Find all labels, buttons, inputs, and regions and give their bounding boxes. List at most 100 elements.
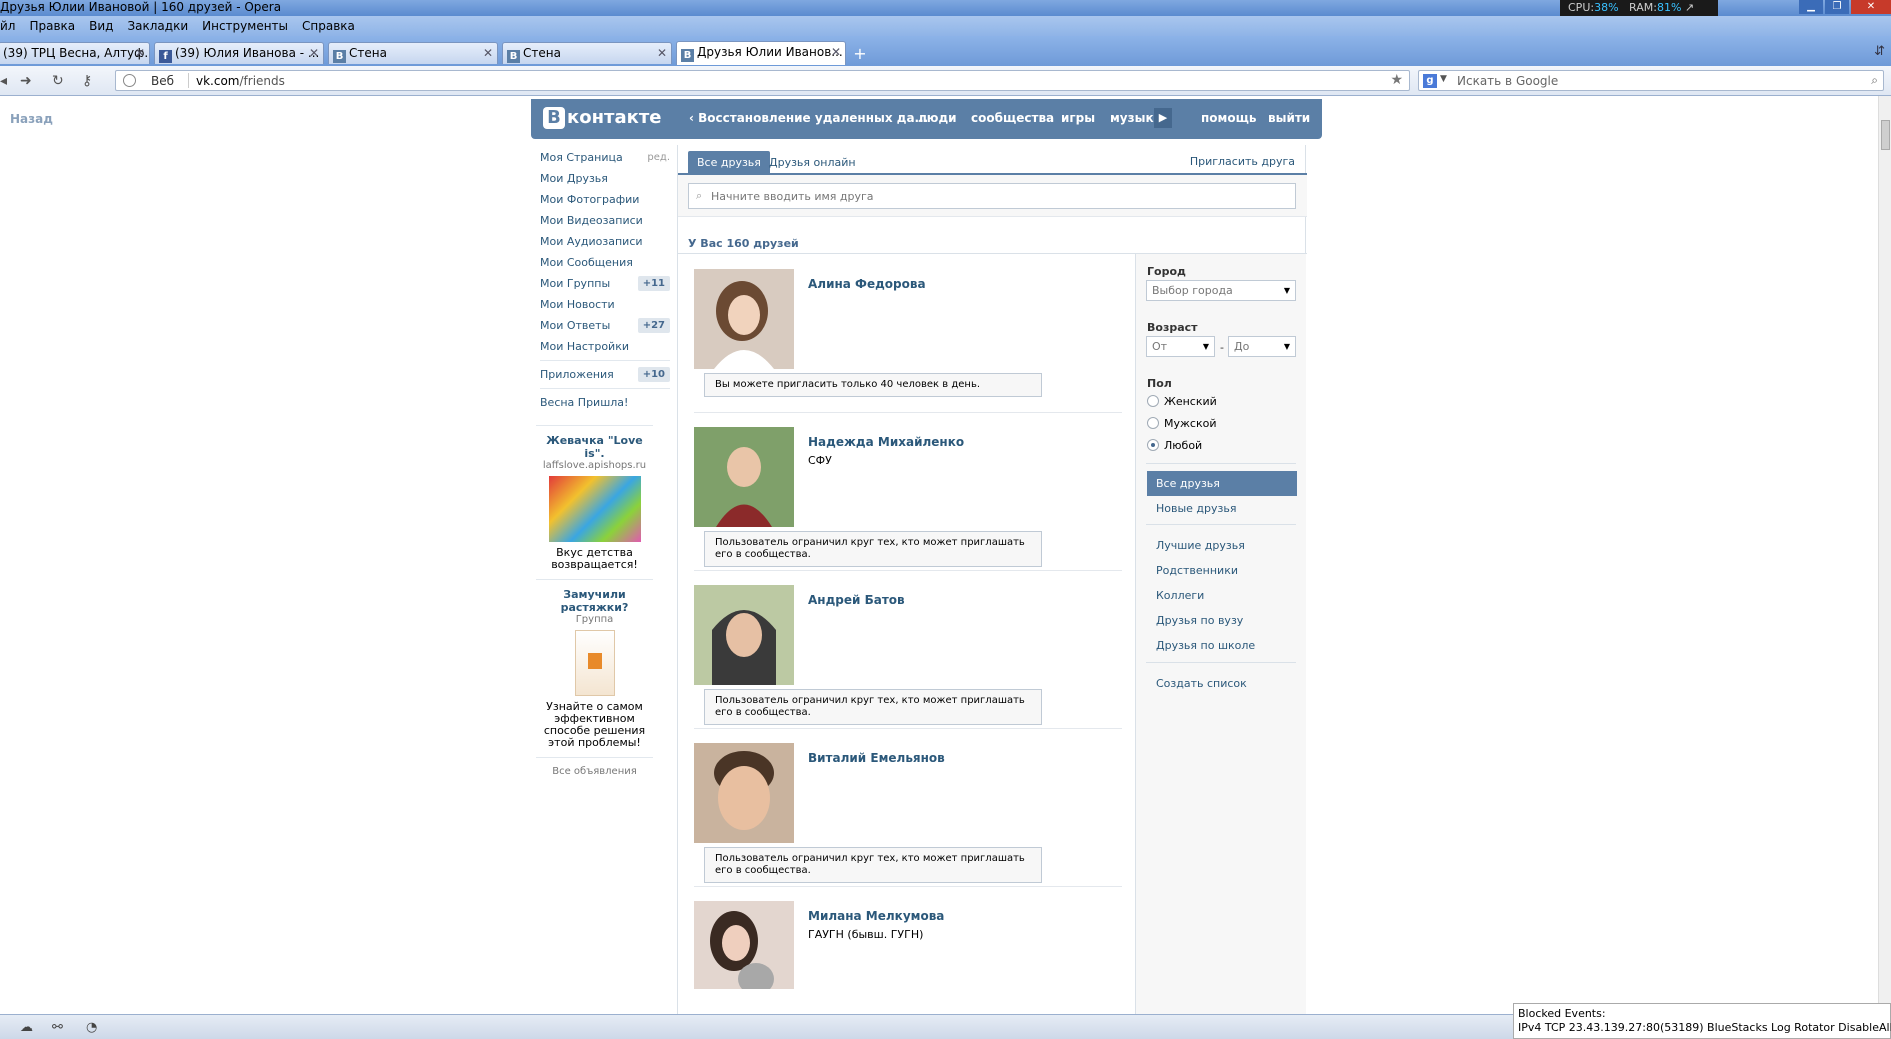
menu-my-news[interactable]: Мои Новости <box>540 294 670 315</box>
bookmark-star-icon[interactable]: ★ <box>1390 72 1403 88</box>
menu-my-groups[interactable]: Мои Группы +11 <box>540 273 670 294</box>
nav-communities[interactable]: сообщества <box>971 111 1054 125</box>
maximize-button[interactable]: ❐ <box>1825 0 1849 14</box>
sex-female-radio[interactable]: Женский <box>1147 395 1217 408</box>
menu-bookmarks[interactable]: Закладки <box>127 19 188 33</box>
left-menu: Моя Страница ред. Мои Друзья Мои Фотограф… <box>540 147 670 413</box>
scroll-thumb[interactable] <box>1881 120 1890 150</box>
menu-help[interactable]: Справка <box>302 19 355 33</box>
friend-avatar[interactable] <box>694 269 794 369</box>
back-link[interactable]: Назад <box>10 112 53 126</box>
window-title: Друзья Юлии Ивановой | 160 друзей - Oper… <box>0 0 282 14</box>
sex-any-radio[interactable]: Любой <box>1147 439 1202 452</box>
sex-male-radio[interactable]: Мужской <box>1147 417 1216 430</box>
cloud-icon[interactable]: ☁ <box>20 1020 33 1035</box>
play-arrow-icon[interactable]: ▶ <box>1154 108 1172 128</box>
search-icon[interactable]: ⌕ <box>1871 73 1878 88</box>
browser-tab-active[interactable]: В Друзья Юлии Иванов... ✕ <box>676 41 846 65</box>
divider <box>540 388 670 389</box>
chevron-down-icon[interactable]: ▼ <box>1440 74 1447 84</box>
close-tab-icon[interactable]: ✕ <box>483 43 493 63</box>
friend-name[interactable]: Надежда Михайленко <box>808 435 964 449</box>
friend-avatar[interactable] <box>694 901 794 989</box>
list-all-friends[interactable]: Все друзья <box>1147 471 1297 496</box>
back-nav-icon[interactable]: ◂ <box>0 73 7 89</box>
nav-games[interactable]: игры <box>1061 111 1095 125</box>
close-window-button[interactable]: ✕ <box>1851 0 1891 14</box>
tab-friends-online[interactable]: Друзья онлайн <box>760 151 865 175</box>
menu-tools[interactable]: Инструменты <box>202 19 288 33</box>
reload-icon[interactable]: ↻ <box>52 73 64 89</box>
friend-name[interactable]: Милана Мелкумова <box>808 909 944 923</box>
invite-friend-link[interactable]: Пригласить друга <box>1190 155 1295 168</box>
friend-note: Пользователь ограничил круг тех, кто мож… <box>704 689 1042 725</box>
list-new-friends[interactable]: Новые друзья <box>1147 496 1297 521</box>
age-from-select[interactable]: От ▼ <box>1146 336 1215 357</box>
close-tab-icon[interactable]: ✕ <box>831 42 841 62</box>
friend-name[interactable]: Алина Федорова <box>808 277 926 291</box>
nav-people[interactable]: люди <box>918 111 957 125</box>
close-tab-icon[interactable]: ✕ <box>657 43 667 63</box>
address-field[interactable]: Веб vk.com/friends ★ <box>115 70 1410 91</box>
menu-my-videos[interactable]: Мои Видеозаписи <box>540 210 670 231</box>
unite-icon[interactable]: ⚯ <box>52 1020 63 1035</box>
friend-avatar[interactable] <box>694 585 794 685</box>
tab-menu-icon[interactable]: ⇵ <box>1874 44 1885 59</box>
menu-apps[interactable]: Приложения +10 <box>540 364 670 385</box>
new-tab-button[interactable]: + <box>848 44 872 64</box>
menu-my-answers[interactable]: Мои Ответы +27 <box>540 315 670 336</box>
nav-current-app[interactable]: ‹ Восстановление удаленных да... <box>689 111 928 125</box>
browser-tab[interactable]: f (39) Юлия Иванова - ... ✕ <box>154 42 324 64</box>
menu-app-spring[interactable]: Весна Пришла! <box>540 392 670 413</box>
menu-my-audio[interactable]: Мои Аудиозаписи <box>540 231 670 252</box>
list-colleagues[interactable]: Коллеги <box>1147 583 1297 608</box>
ad-title[interactable]: Жевачка "Love is". <box>536 434 653 460</box>
list-school-friends[interactable]: Друзья по школе <box>1147 633 1297 658</box>
edit-link[interactable]: ред. <box>647 147 670 168</box>
create-list-link[interactable]: Создать список <box>1147 671 1297 696</box>
menu-my-page[interactable]: Моя Страница ред. <box>540 147 670 168</box>
list-university-friends[interactable]: Друзья по вузу <box>1147 608 1297 633</box>
city-select[interactable]: Выбор города ▼ <box>1146 280 1296 301</box>
divider <box>540 360 670 361</box>
age-to-select[interactable]: До ▼ <box>1228 336 1296 357</box>
close-tab-icon[interactable]: ✕ <box>309 43 319 63</box>
browser-tab[interactable]: (39) ТРЦ Весна, Алтуф... ✕ <box>0 42 150 64</box>
ad-text[interactable]: Вкус детства возвращается! <box>536 547 653 571</box>
browser-tab[interactable]: В Стена ✕ <box>328 42 498 64</box>
ad-image[interactable] <box>548 476 641 542</box>
ad-text[interactable]: Узнайте о самом эффективном способе реше… <box>536 701 653 749</box>
tab-all-friends[interactable]: Все друзья <box>688 151 770 175</box>
menu-my-messages[interactable]: Мои Сообщения <box>540 252 670 273</box>
all-ads-link[interactable]: Все объявления <box>536 766 653 777</box>
browser-tab[interactable]: В Стена ✕ <box>502 42 672 64</box>
speed-dial-icon[interactable]: ◔ <box>86 1020 97 1035</box>
ad-title[interactable]: Замучили растяжки? <box>536 588 653 614</box>
menu-file[interactable]: йл <box>0 19 15 33</box>
close-tab-icon[interactable]: ✕ <box>135 43 145 63</box>
web-search-field[interactable]: g ▼ Искать в Google ⌕ <box>1418 70 1884 91</box>
menu-my-photos[interactable]: Мои Фотографии <box>540 189 670 210</box>
age-label: Возраст <box>1147 321 1198 334</box>
friend-search-input[interactable]: ⌕ Начните вводить имя друга <box>688 183 1296 209</box>
menu-my-settings[interactable]: Мои Настройки <box>540 336 670 357</box>
vertical-scrollbar[interactable] <box>1878 96 1891 1014</box>
nav-logout[interactable]: выйти <box>1268 111 1310 125</box>
google-icon[interactable]: g <box>1423 74 1437 88</box>
vk-logo[interactable]: Вконтакте <box>543 107 661 129</box>
nav-help[interactable]: помощь <box>1201 111 1256 125</box>
key-icon[interactable]: ⚷ <box>82 73 92 89</box>
friend-avatar[interactable] <box>694 743 794 843</box>
ad-image[interactable] <box>574 630 615 696</box>
list-best-friends[interactable]: Лучшие друзья <box>1147 533 1297 558</box>
forward-icon[interactable]: ➜ <box>20 73 32 89</box>
vk-icon: В <box>681 49 694 62</box>
menu-my-friends[interactable]: Мои Друзья <box>540 168 670 189</box>
menu-view[interactable]: Вид <box>89 19 113 33</box>
menu-edit[interactable]: Правка <box>29 19 75 33</box>
list-relatives[interactable]: Родственники <box>1147 558 1297 583</box>
friend-name[interactable]: Виталий Емельянов <box>808 751 945 765</box>
friend-avatar[interactable] <box>694 427 794 527</box>
friend-name[interactable]: Андрей Батов <box>808 593 905 607</box>
minimize-button[interactable]: ▁ <box>1799 0 1823 14</box>
